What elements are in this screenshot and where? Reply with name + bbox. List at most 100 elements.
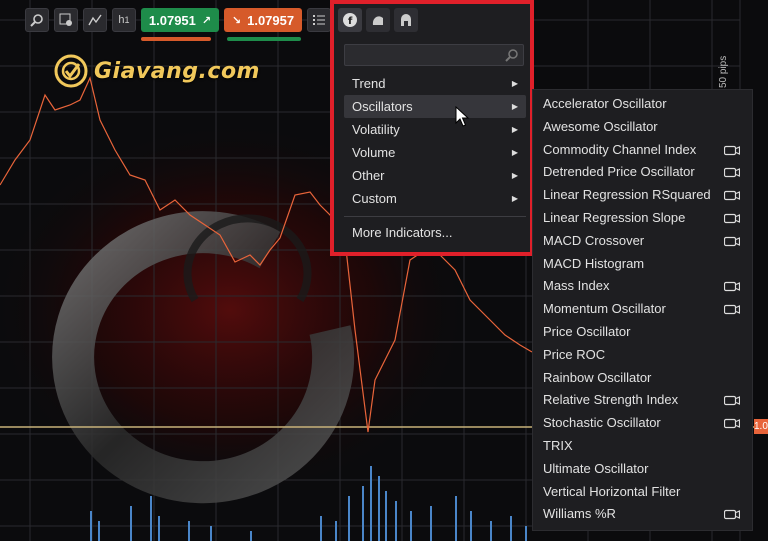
menu-item-oscillators[interactable]: Oscillators ▶ [344,95,526,118]
submenu-item-label: MACD Crossover [543,232,645,248]
submenu-item[interactable]: Stochastic Oscillator [533,412,752,435]
volume-bar [430,506,432,541]
sell-price-button[interactable]: ↘ 1.07957 [224,8,302,32]
volume-bar [158,516,160,541]
volume-bar [410,511,412,541]
submenu-item-label: TRIX [543,437,573,453]
menu-item-custom[interactable]: Custom ▶ [344,187,526,210]
cloud-indicator-icon [724,145,740,155]
fingerprint-icon [372,16,383,25]
menu-item-label: Custom [352,191,397,206]
submenu-item[interactable]: Awesome Oscillator [533,116,752,139]
zoom-button[interactable] [25,8,49,32]
site-logo: Giavang.com [54,54,260,88]
volume-bar [370,466,372,541]
menu-item-trend[interactable]: Trend ▶ [344,72,526,95]
tab-indicators[interactable]: f [338,8,362,32]
indicator-search[interactable] [344,44,524,66]
pips-label: 50 pips [718,55,729,88]
submenu-item[interactable]: Williams %R [533,503,752,526]
volume-bar [98,521,100,541]
giavang-logo-icon [54,54,88,88]
submenu-arrow-icon: ▶ [511,125,518,134]
buy-price: 1.07951 [148,12,196,28]
volume-bar [385,491,387,541]
buy-price-button[interactable]: 1.07951 ↗ [141,8,219,32]
menu-item-volume[interactable]: Volume ▶ [344,141,526,164]
menu-item-volatility[interactable]: Volatility ▶ [344,118,526,141]
cloud-indicator-icon [724,236,740,246]
cloud-indicator-icon [724,305,740,315]
more-indicators-label: More Indicators... [352,225,453,240]
volume-bar [525,526,527,541]
menu-item-label: Oscillators [352,99,413,114]
zoom-icon [30,14,43,27]
submenu-arrow-icon: ▶ [511,102,518,111]
volume-bar [130,506,132,541]
crosshair-settings-button[interactable] [54,8,78,32]
submenu-arrow-icon: ▶ [511,79,518,88]
submenu-arrow-icon: ▶ [511,148,518,157]
indicator-search-input[interactable] [345,45,507,65]
submenu-item-label: Relative Strength Index [543,392,679,408]
indicator-panel: f Trend ▶ Oscillators ▶ Volatility ▶ Volume… [330,0,534,256]
submenu-item[interactable]: Detrended Price Oscillator [533,161,752,184]
submenu-item-label: Detrended Price Oscillator [543,164,695,180]
submenu-item[interactable]: Relative Strength Index [533,389,752,412]
volume-bar [210,526,212,541]
submenu-item[interactable]: Linear Regression Slope [533,207,752,230]
submenu-item-label: Ultimate Oscillator [543,460,649,476]
chart-type-button[interactable] [83,8,107,32]
signal-icon [401,14,411,26]
submenu-item-label: Mass Index [543,278,610,294]
submenu-item[interactable]: Momentum Oscillator [533,298,752,321]
submenu-item[interactable]: Rainbow Oscillator [533,367,752,390]
volume-bar [362,486,364,541]
submenu-item[interactable]: MACD Histogram [533,253,752,276]
submenu-item[interactable]: Accelerator Oscillator [533,93,752,116]
menu-item-other[interactable]: Other ▶ [344,164,526,187]
oscillators-submenu: Accelerator Oscillator Awesome Oscillator… [532,89,753,531]
arrow-down-left-icon: ↘ [231,14,242,27]
timeframe-sub: 1 [124,15,130,25]
submenu-item[interactable]: Vertical Horizontal Filter [533,481,752,504]
submenu-arrow-icon: ▶ [511,194,518,203]
cloud-indicator-icon [724,191,740,201]
submenu-arrow-icon: ▶ [511,171,518,180]
menu-item-label: Other [352,168,385,183]
indicators-list-button[interactable] [307,8,331,32]
submenu-item[interactable]: Mass Index [533,275,752,298]
submenu-item[interactable]: Ultimate Oscillator [533,458,752,481]
volume-bar [320,516,322,541]
cloud-indicator-icon [724,213,740,224]
submenu-item-label: Rainbow Oscillator [543,369,652,385]
submenu-item[interactable]: Linear Regression RSquared [533,184,752,207]
volume-bar [378,476,380,541]
tab-signals[interactable] [394,8,418,32]
cloud-indicator-icon [724,282,740,292]
submenu-item[interactable]: MACD Crossover [533,230,752,253]
tab-fingerprint[interactable] [366,8,390,32]
submenu-item[interactable]: Commodity Channel Index [533,139,752,162]
cloud-indicator-icon [724,419,740,429]
volume-bar [150,496,152,541]
submenu-item-label: Vertical Horizontal Filter [543,483,681,499]
timeframe-button[interactable]: h1 [112,8,136,32]
submenu-item[interactable]: Price ROC [533,344,752,367]
mouse-cursor-icon [455,106,470,127]
volume-bar [90,511,92,541]
submenu-item[interactable]: Price Oscillator [533,321,752,344]
submenu-item-label: Momentum Oscillator [543,301,666,317]
search-icon [505,49,518,62]
submenu-item-label: Awesome Oscillator [543,118,658,134]
volume-bar [250,531,252,541]
cloud-indicator-icon [724,168,740,178]
menu-item-label: Volume [352,145,396,160]
submenu-item-label: Stochastic Oscillator [543,415,661,431]
f-indicator-icon: f [343,13,357,27]
submenu-item[interactable]: TRIX [533,435,752,458]
more-indicators-link[interactable]: More Indicators... [344,221,526,244]
menu-item-label: Volatility [352,122,400,137]
submenu-item-label: Commodity Channel Index [543,141,697,157]
submenu-item-label: MACD Histogram [543,255,645,271]
